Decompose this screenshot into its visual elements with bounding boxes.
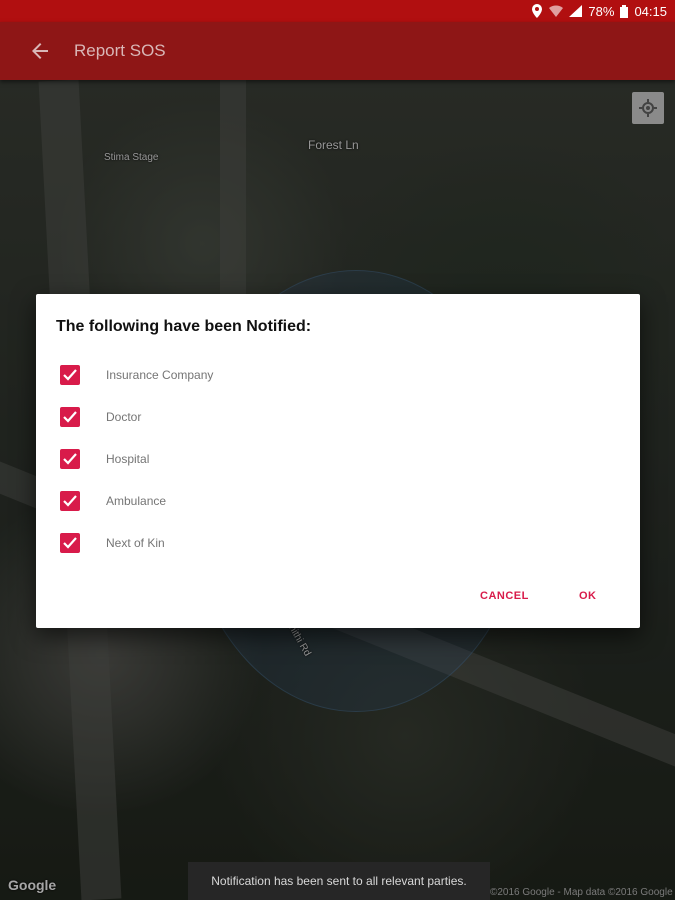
- cancel-button[interactable]: CANCEL: [480, 590, 529, 602]
- ok-button[interactable]: OK: [579, 590, 597, 602]
- checkbox-doctor[interactable]: [60, 407, 80, 427]
- battery-percent: 78%: [588, 3, 615, 19]
- arrow-left-icon: [32, 43, 48, 59]
- check-icon: [63, 495, 77, 507]
- check-icon: [63, 369, 77, 381]
- checkbox-row-insurance-company[interactable]: Insurance Company: [60, 363, 213, 387]
- checkbox-row-ambulance[interactable]: Ambulance: [60, 489, 166, 513]
- checkbox-row-hospital[interactable]: Hospital: [60, 447, 149, 471]
- checkbox-insurance-company[interactable]: [60, 365, 80, 385]
- clock: 04:15: [634, 3, 667, 19]
- page-title: Report SOS: [74, 41, 166, 60]
- location-icon: [531, 4, 543, 18]
- checkbox-ambulance[interactable]: [60, 491, 80, 511]
- checkbox-next-of-kin[interactable]: [60, 533, 80, 553]
- battery-icon: [620, 4, 629, 18]
- checkbox-label: Next of Kin: [106, 536, 165, 550]
- checkbox-row-doctor[interactable]: Doctor: [60, 405, 141, 429]
- snackbar: Notification has been sent to all releva…: [188, 862, 490, 900]
- snackbar-message: Notification has been sent to all releva…: [211, 874, 467, 888]
- check-icon: [63, 537, 77, 549]
- status-bar: 78% 04:15: [0, 0, 675, 22]
- app-bar: Report SOS: [0, 22, 675, 80]
- back-button[interactable]: [28, 39, 52, 63]
- checkbox-row-next-of-kin[interactable]: Next of Kin: [60, 531, 165, 555]
- checkbox-label: Insurance Company: [106, 368, 214, 382]
- dialog-title: The following have been Notified:: [56, 318, 312, 335]
- checkbox-hospital[interactable]: [60, 449, 80, 469]
- check-icon: [63, 411, 77, 423]
- checkbox-label: Doctor: [106, 410, 142, 424]
- wifi-icon: [549, 5, 564, 17]
- notified-dialog: The following have been Notified: Insura…: [36, 294, 640, 628]
- checkbox-label: Hospital: [106, 452, 150, 466]
- checkbox-label: Ambulance: [106, 494, 167, 508]
- check-icon: [63, 453, 77, 465]
- signal-icon: [569, 5, 583, 17]
